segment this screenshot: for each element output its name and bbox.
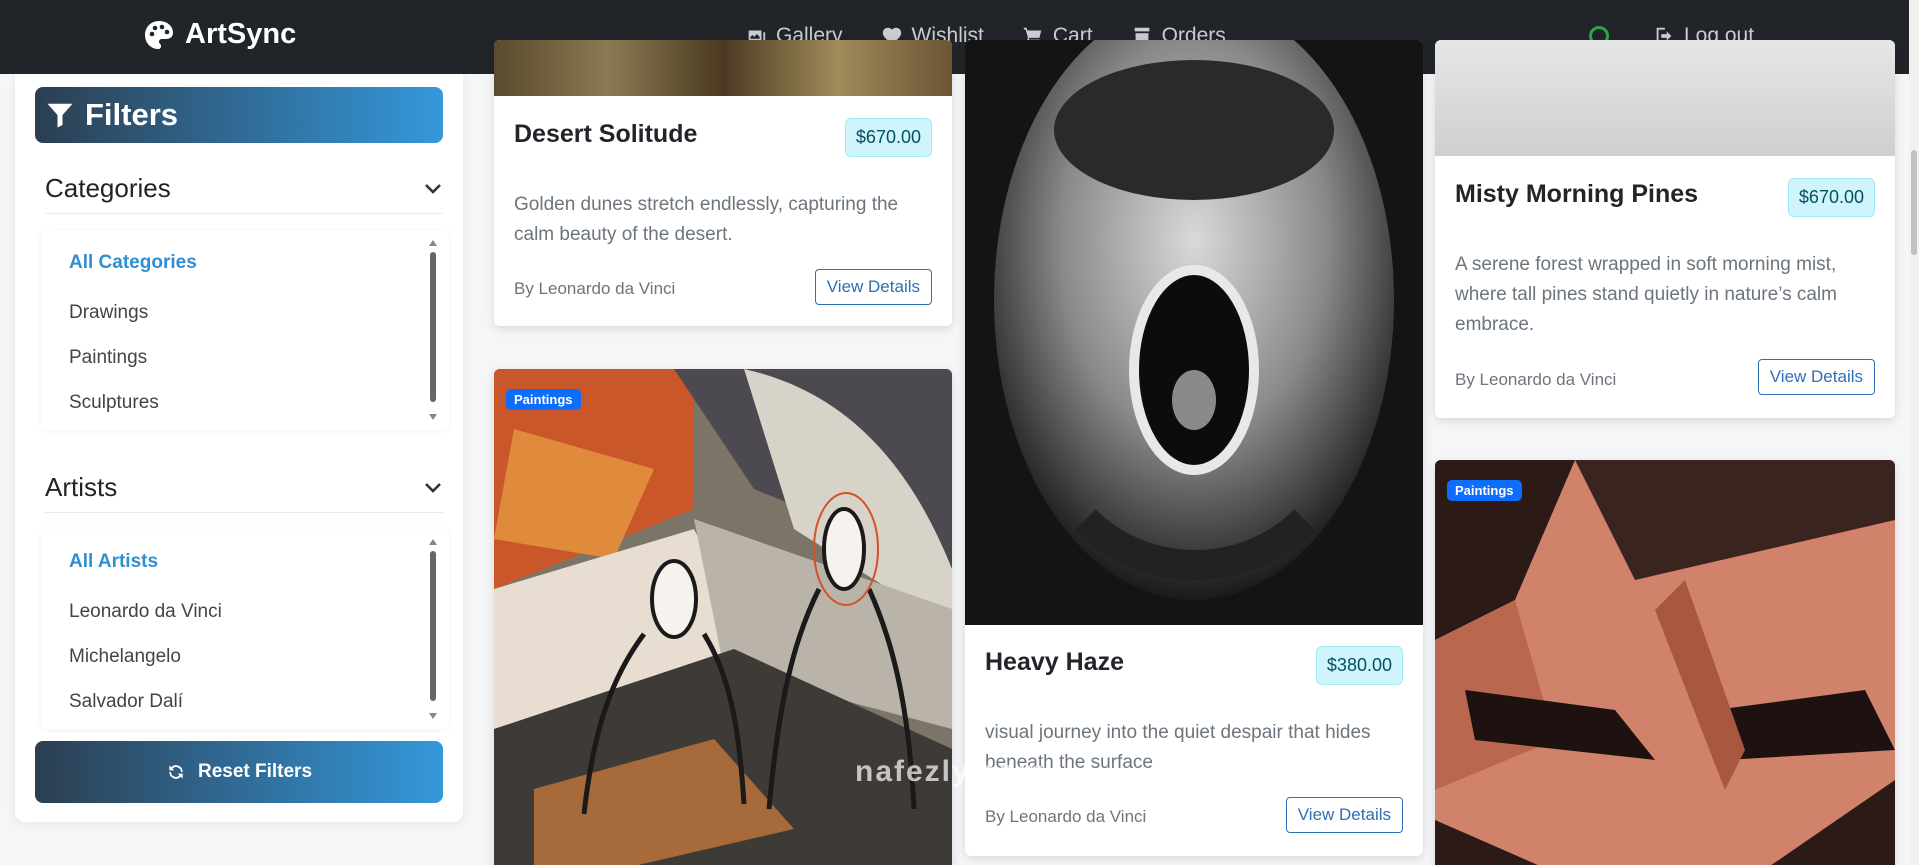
artwork-image[interactable]: [494, 369, 952, 865]
artwork-description: Golden dunes stretch endlessly, capturin…: [514, 194, 899, 245]
artwork-card: Heavy Haze $380.00 visual journey into t…: [965, 40, 1423, 856]
artwork-card: Misty Morning Pines $670.00 A serene for…: [1435, 40, 1895, 418]
palette-icon: [145, 20, 173, 49]
artist-michelangelo[interactable]: Michelangelo: [69, 646, 181, 668]
price-badge: $670.00: [1787, 178, 1875, 217]
category-all[interactable]: All Categories: [69, 252, 197, 274]
category-drawings[interactable]: Drawings: [69, 302, 148, 324]
artists-list: All Artists Leonardo da Vinci Michelange…: [41, 529, 449, 729]
filters-header: Filters: [35, 87, 443, 143]
screaming-face-artwork: [965, 40, 1423, 625]
artists-scrollbar[interactable]: [429, 539, 437, 719]
artwork-artist: By Leonardo da Vinci: [1455, 370, 1617, 389]
artists-title: Artists: [45, 472, 118, 502]
artist-leonardo[interactable]: Leonardo da Vinci: [69, 601, 222, 623]
filters-title: Filters: [85, 97, 179, 132]
reset-filters-button[interactable]: Reset Filters: [35, 741, 443, 803]
artist-all[interactable]: All Artists: [69, 551, 158, 573]
refresh-icon: [169, 765, 183, 779]
chevron-down-icon: [425, 183, 441, 194]
artwork-description: A serene forest wrapped in soft morning …: [1455, 254, 1837, 335]
watermark: nafezly.com: [855, 755, 1047, 788]
artwork-title[interactable]: Desert Solitude: [514, 120, 697, 149]
artwork-artist: By Leonardo da Vinci: [985, 807, 1147, 826]
price-badge: $670.00: [844, 118, 932, 157]
artwork-card: Paintings: [1435, 460, 1895, 865]
artist-dali[interactable]: Salvador Dalí: [69, 691, 183, 713]
artwork-description: visual journey into the quiet despair th…: [985, 722, 1371, 773]
filters-sidebar: Filters Categories All Categories Drawin…: [15, 74, 463, 822]
category-sculptures[interactable]: Sculptures: [69, 392, 159, 414]
artists-toggle[interactable]: Artists: [45, 463, 443, 513]
view-details-button[interactable]: View Details: [814, 269, 932, 305]
artwork-title[interactable]: Heavy Haze: [985, 648, 1124, 677]
category-badge: Paintings: [1447, 480, 1522, 501]
categories-toggle[interactable]: Categories: [45, 164, 443, 214]
artwork-card: Desert Solitude $670.00 Golden dunes str…: [494, 40, 952, 326]
chevron-down-icon: [425, 482, 441, 493]
page-scrollbar[interactable]: [1909, 0, 1919, 865]
price-badge: $380.00: [1315, 646, 1403, 685]
artwork-image[interactable]: [494, 40, 952, 96]
brand-name: ArtSync: [185, 18, 297, 50]
category-paintings[interactable]: Paintings: [69, 347, 147, 369]
reset-filters-label: Reset Filters: [197, 761, 313, 782]
view-details-button[interactable]: View Details: [1757, 359, 1875, 395]
categories-list: All Categories Drawings Paintings Sculpt…: [41, 230, 449, 430]
artwork-image[interactable]: [1435, 460, 1895, 865]
artwork-title[interactable]: Misty Morning Pines: [1455, 180, 1698, 209]
brand-logo[interactable]: ArtSync: [143, 18, 296, 51]
abstract-figures-artwork: [494, 369, 952, 865]
artwork-artist: By Leonardo da Vinci: [514, 279, 676, 298]
filter-icon: [47, 103, 73, 128]
category-badge: Paintings: [506, 389, 581, 410]
artwork-card: Paintings: [494, 369, 952, 865]
categories-scrollbar[interactable]: [429, 240, 437, 420]
artwork-image[interactable]: [965, 40, 1423, 625]
view-details-button[interactable]: View Details: [1285, 797, 1403, 833]
face-closeup-artwork: [1435, 460, 1895, 865]
categories-title: Categories: [45, 173, 171, 203]
artwork-image[interactable]: [1435, 40, 1895, 156]
